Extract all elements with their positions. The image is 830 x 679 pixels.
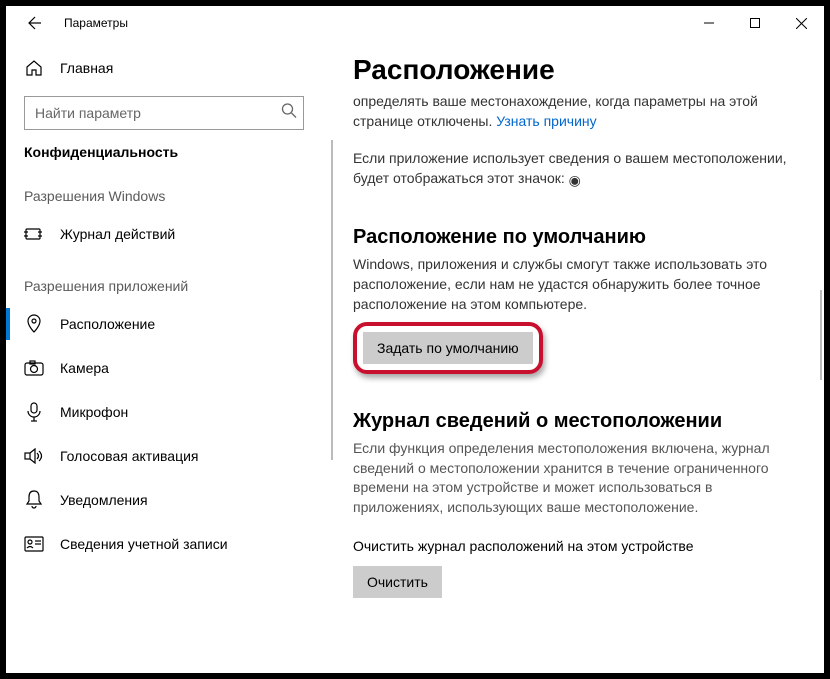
- sidebar-item-label: Голосовая активация: [60, 448, 199, 464]
- minimize-button[interactable]: [686, 6, 732, 40]
- set-default-button[interactable]: Задать по умолчанию: [363, 332, 533, 364]
- microphone-icon: [24, 402, 44, 422]
- sidebar-home-label: Главная: [60, 60, 113, 76]
- section-location-history-title: Журнал сведений о местоположении: [353, 410, 790, 433]
- clear-history-label: Очистить журнал расположений на этом уст…: [353, 538, 790, 554]
- page-title: Расположение: [353, 54, 790, 86]
- intro-paragraph-2: Если приложение использует сведения о ва…: [353, 149, 790, 190]
- sidebar-item-microphone[interactable]: Микрофон: [6, 390, 331, 434]
- home-icon: [24, 58, 44, 78]
- voice-activation-icon: [24, 446, 44, 466]
- location-icon: [24, 314, 44, 334]
- sidebar-group-app-permissions: Разрешения приложений: [6, 278, 331, 294]
- sidebar-item-account-info[interactable]: Сведения учетной записи: [6, 522, 331, 566]
- close-button[interactable]: [778, 6, 824, 40]
- sidebar-home[interactable]: Главная: [6, 48, 331, 88]
- sidebar-current-section: Конфиденциальность: [6, 144, 331, 160]
- window-controls: [686, 6, 824, 40]
- section-default-location-title: Расположение по умолчанию: [353, 226, 790, 249]
- sidebar-group-windows-permissions: Разрешения Windows: [6, 188, 331, 204]
- account-info-icon: [24, 534, 44, 554]
- sidebar-item-activity-history[interactable]: Журнал действий: [6, 212, 331, 256]
- highlight-annotation: Задать по умолчанию: [353, 322, 543, 374]
- clear-button[interactable]: Очистить: [353, 566, 442, 598]
- learn-why-link[interactable]: Узнать причину: [496, 113, 596, 129]
- location-indicator-icon: ◉: [569, 171, 581, 191]
- sidebar-item-label: Микрофон: [60, 404, 128, 420]
- search-icon: [281, 103, 297, 124]
- settings-window: Параметры Главная: [6, 6, 824, 673]
- sidebar-item-location[interactable]: Расположение: [6, 302, 331, 346]
- section-location-history-body: Если функция определения местоположения …: [353, 439, 790, 517]
- search-input[interactable]: [24, 96, 304, 130]
- content-pane: Расположение определять ваше местонахожд…: [331, 40, 824, 673]
- window-title: Параметры: [64, 16, 128, 30]
- sidebar: Главная Конфиденциальность Разрешения Wi…: [6, 40, 331, 673]
- sidebar-item-label: Журнал действий: [60, 226, 175, 242]
- sidebar-item-camera[interactable]: Камера: [6, 346, 331, 390]
- activity-history-icon: [24, 224, 44, 244]
- maximize-button[interactable]: [732, 6, 778, 40]
- sidebar-item-label: Камера: [60, 360, 109, 376]
- titlebar: Параметры: [6, 6, 824, 40]
- section-default-location-body: Windows, приложения и службы смогут такж…: [353, 255, 790, 314]
- back-arrow-icon[interactable]: [24, 14, 42, 32]
- notifications-icon: [24, 490, 44, 510]
- camera-icon: [24, 358, 44, 378]
- content-scrollbar[interactable]: [820, 290, 822, 380]
- sidebar-item-voice-activation[interactable]: Голосовая активация: [6, 434, 331, 478]
- search-container: [24, 96, 313, 130]
- sidebar-item-label: Расположение: [60, 316, 155, 332]
- sidebar-item-label: Уведомления: [60, 492, 148, 508]
- sidebar-item-label: Сведения учетной записи: [60, 536, 228, 552]
- sidebar-item-notifications[interactable]: Уведомления: [6, 478, 331, 522]
- intro-paragraph-1: определять ваше местонахождение, когда п…: [353, 92, 790, 131]
